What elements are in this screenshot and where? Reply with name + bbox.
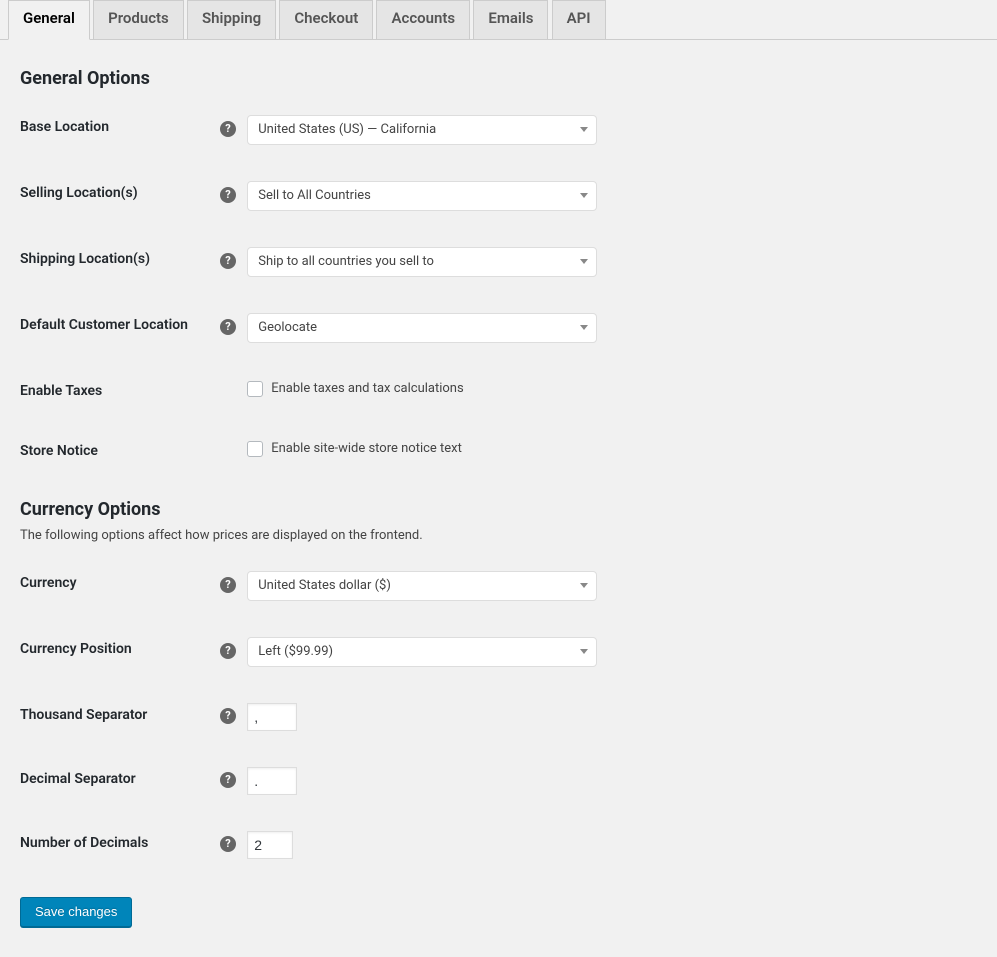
default-customer-location-label: Default Customer Location — [20, 295, 220, 361]
store-notice-label: Store Notice — [20, 421, 220, 481]
enable-taxes-checkbox-label: Enable taxes and tax calculations — [271, 381, 463, 396]
chevron-down-icon — [580, 325, 588, 330]
currency-position-label: Currency Position — [20, 619, 220, 685]
base-location-select[interactable]: United States (US) — California — [247, 115, 597, 145]
shipping-locations-label: Shipping Location(s) — [20, 229, 220, 295]
help-icon[interactable]: ? — [220, 187, 236, 203]
thousand-separator-input[interactable] — [247, 703, 297, 731]
number-of-decimals-label: Number of Decimals — [20, 813, 220, 877]
thousand-separator-label: Thousand Separator — [20, 685, 220, 749]
base-location-value: United States (US) — California — [258, 122, 436, 137]
currency-label: Currency — [20, 553, 220, 619]
settings-tabs: General Products Shipping Checkout Accou… — [0, 0, 997, 40]
tab-accounts[interactable]: Accounts — [376, 0, 470, 39]
default-customer-location-value: Geolocate — [258, 320, 317, 335]
tab-general[interactable]: General — [8, 0, 90, 40]
help-icon[interactable]: ? — [220, 708, 236, 724]
base-location-label: Base Location — [20, 97, 220, 163]
general-options-table: Base Location ? United States (US) — Cal… — [20, 97, 977, 481]
chevron-down-icon — [580, 127, 588, 132]
chevron-down-icon — [580, 583, 588, 588]
help-icon[interactable]: ? — [220, 772, 236, 788]
currency-options-description: The following options affect how prices … — [20, 528, 977, 543]
currency-select[interactable]: United States dollar ($) — [247, 571, 597, 601]
help-icon[interactable]: ? — [220, 121, 236, 137]
tab-products[interactable]: Products — [93, 0, 184, 39]
decimal-separator-input[interactable] — [247, 767, 297, 795]
shipping-locations-select[interactable]: Ship to all countries you sell to — [247, 247, 597, 277]
currency-position-value: Left ($99.99) — [258, 644, 333, 659]
help-icon[interactable]: ? — [220, 643, 236, 659]
enable-taxes-checkbox[interactable] — [247, 381, 263, 397]
tab-checkout[interactable]: Checkout — [279, 0, 373, 39]
chevron-down-icon — [580, 649, 588, 654]
default-customer-location-select[interactable]: Geolocate — [247, 313, 597, 343]
chevron-down-icon — [580, 259, 588, 264]
settings-content: General Options Base Location ? United S… — [0, 40, 997, 957]
currency-position-select[interactable]: Left ($99.99) — [247, 637, 597, 667]
save-changes-button[interactable]: Save changes — [20, 897, 132, 927]
currency-options-heading: Currency Options — [20, 499, 977, 520]
general-options-heading: General Options — [20, 68, 977, 89]
number-of-decimals-input[interactable] — [247, 831, 293, 859]
selling-locations-select[interactable]: Sell to All Countries — [247, 181, 597, 211]
selling-locations-label: Selling Location(s) — [20, 163, 220, 229]
store-notice-checkbox-label: Enable site-wide store notice text — [271, 441, 462, 456]
currency-value: United States dollar ($) — [258, 578, 391, 593]
help-icon[interactable]: ? — [220, 577, 236, 593]
store-notice-checkbox[interactable] — [247, 441, 263, 457]
chevron-down-icon — [580, 193, 588, 198]
tab-api[interactable]: API — [552, 0, 606, 39]
tab-shipping[interactable]: Shipping — [187, 0, 276, 39]
help-icon[interactable]: ? — [220, 836, 236, 852]
help-icon[interactable]: ? — [220, 253, 236, 269]
help-icon[interactable]: ? — [220, 319, 236, 335]
enable-taxes-label: Enable Taxes — [20, 361, 220, 421]
selling-locations-value: Sell to All Countries — [258, 188, 371, 203]
shipping-locations-value: Ship to all countries you sell to — [258, 254, 434, 269]
decimal-separator-label: Decimal Separator — [20, 749, 220, 813]
currency-options-table: Currency ? United States dollar ($) Curr… — [20, 553, 977, 877]
tab-emails[interactable]: Emails — [473, 0, 548, 39]
